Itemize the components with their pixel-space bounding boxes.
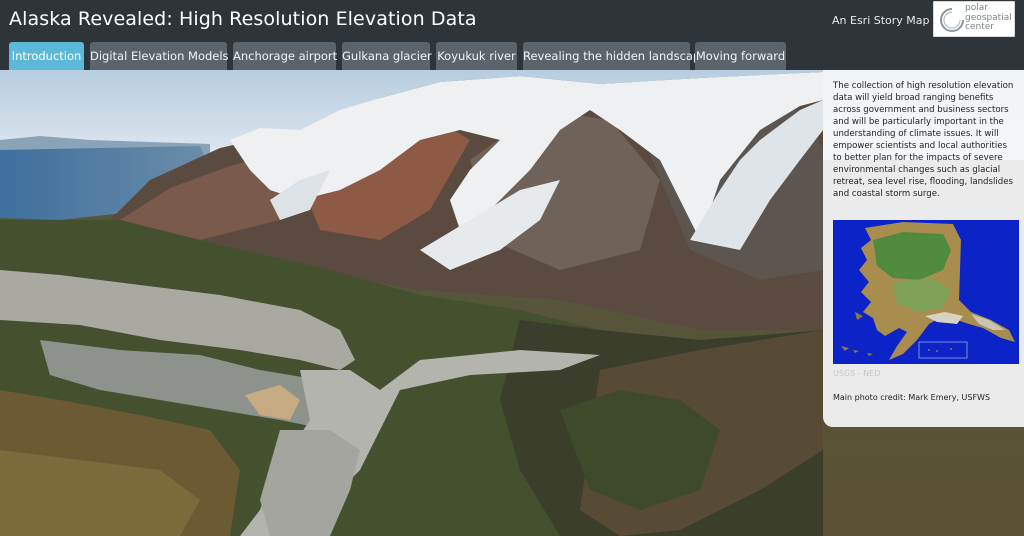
tab-introduction[interactable]: Introduction: [9, 42, 84, 70]
tab-moving-forward[interactable]: Moving forward: [695, 42, 786, 70]
tab-revealing-hidden-landscape[interactable]: Revealing the hidden landscape: [523, 42, 707, 70]
logo-line-3: center: [965, 22, 994, 32]
intro-text: The collection of high resolution elevat…: [833, 81, 1014, 199]
globe-arc-icon: [940, 8, 964, 32]
tab-koyukuk-river[interactable]: Koyukuk river: [436, 42, 517, 70]
logo-text: polar geospatial center: [965, 3, 1014, 33]
tab-anchorage-airport[interactable]: Anchorage airport: [233, 42, 337, 70]
page-title: Alaska Revealed: High Resolution Elevati…: [9, 8, 477, 30]
alaska-elevation-map[interactable]: [833, 220, 1019, 364]
intro-side-panel: The collection of high resolution elevat…: [823, 70, 1024, 427]
esri-story-map-link[interactable]: An Esri Story Map: [832, 14, 930, 27]
map-caption: USGS - NED: [833, 369, 881, 378]
tab-gulkana-glacier[interactable]: Gulkana glacier: [342, 42, 432, 70]
tab-digital-elevation-models[interactable]: Digital Elevation Models: [90, 42, 229, 70]
polar-geospatial-center-logo[interactable]: polar geospatial center: [933, 1, 1015, 37]
photo-credit: Main photo credit: Mark Emery, USFWS: [833, 393, 991, 402]
